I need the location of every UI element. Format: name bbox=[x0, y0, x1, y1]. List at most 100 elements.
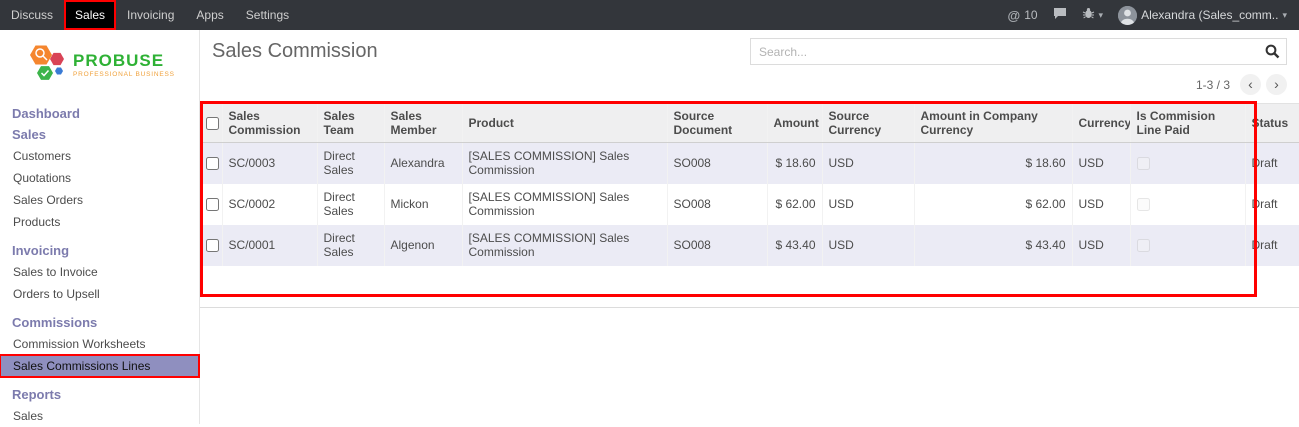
sidebar-nav: Dashboard Sales Customers Quotations Sal… bbox=[0, 103, 199, 427]
topbar: Discuss Sales Invoicing Apps Settings @ … bbox=[0, 0, 1299, 30]
mentions-button[interactable]: @ 10 bbox=[1008, 8, 1038, 23]
topbar-right: @ 10 ▾ Alexandra (Sales_comm.. ▾ bbox=[1008, 0, 1299, 30]
search-icon[interactable] bbox=[1265, 44, 1280, 64]
cell-amount-company: $ 62.00 bbox=[914, 184, 1072, 225]
topbar-menu-invoicing[interactable]: Invoicing bbox=[116, 0, 185, 30]
sidebar-item-products[interactable]: Products bbox=[0, 211, 199, 233]
sidebar-item-customers[interactable]: Customers bbox=[0, 145, 199, 167]
table-row[interactable]: SC/0001 Direct Sales Algenon [SALES COMM… bbox=[200, 225, 1299, 266]
cell-currency: USD bbox=[1072, 184, 1130, 225]
cell-sales-commission: SC/0002 bbox=[222, 184, 317, 225]
topbar-menu-sales[interactable]: Sales bbox=[64, 0, 116, 30]
messages-button[interactable] bbox=[1053, 7, 1067, 23]
cell-status: Draft bbox=[1245, 184, 1299, 225]
cell-amount-company: $ 18.60 bbox=[914, 143, 1072, 184]
topbar-menu-settings[interactable]: Settings bbox=[235, 0, 300, 30]
cell-sales-member: Algenon bbox=[384, 225, 462, 266]
cell-sales-team: Direct Sales bbox=[317, 143, 384, 184]
cell-product: [SALES COMMISSION] Sales Commission bbox=[462, 225, 667, 266]
column-header-product[interactable]: Product bbox=[462, 104, 667, 143]
column-header-is-commission-line-paid[interactable]: Is Commision Line Paid bbox=[1130, 104, 1245, 143]
cell-amount: $ 43.40 bbox=[767, 225, 822, 266]
logo-hexagons-icon bbox=[26, 42, 66, 87]
column-header-currency[interactable]: Currency bbox=[1072, 104, 1130, 143]
is-commission-paid-checkbox bbox=[1137, 239, 1150, 252]
control-panel: Sales Commission bbox=[200, 30, 1299, 68]
topbar-menu-apps[interactable]: Apps bbox=[185, 0, 234, 30]
sidebar-item-commission-worksheets[interactable]: Commission Worksheets bbox=[0, 333, 199, 355]
cell-source-currency: USD bbox=[822, 143, 914, 184]
table-header-row: Sales Commission Sales Team Sales Member… bbox=[200, 104, 1299, 143]
sidebar-item-sales-to-invoice[interactable]: Sales to Invoice bbox=[0, 261, 199, 283]
sidebar-heading-invoicing[interactable]: Invoicing bbox=[0, 240, 199, 261]
table-footer-space bbox=[200, 266, 1299, 308]
cell-currency: USD bbox=[1072, 225, 1130, 266]
at-mention-icon: @ bbox=[1008, 8, 1021, 23]
column-header-amount[interactable]: Amount bbox=[767, 104, 822, 143]
cell-currency: USD bbox=[1072, 143, 1130, 184]
cell-sales-member: Alexandra bbox=[384, 143, 462, 184]
is-commission-paid-checkbox bbox=[1137, 198, 1150, 211]
column-header-status[interactable]: Status bbox=[1245, 104, 1299, 143]
cell-sales-commission: SC/0001 bbox=[222, 225, 317, 266]
cell-status: Draft bbox=[1245, 225, 1299, 266]
sidebar: PROBUSE PROFESSIONAL BUSINESS Dashboard … bbox=[0, 30, 200, 424]
user-menu[interactable]: Alexandra (Sales_comm.. ▾ bbox=[1118, 6, 1287, 25]
cell-status: Draft bbox=[1245, 143, 1299, 184]
app-logo[interactable]: PROBUSE PROFESSIONAL BUSINESS bbox=[0, 30, 199, 97]
pager-previous-button[interactable]: ‹ bbox=[1240, 74, 1261, 95]
column-header-source-document[interactable]: Source Document bbox=[667, 104, 767, 143]
row-select-checkbox[interactable] bbox=[206, 239, 219, 252]
table-row[interactable]: SC/0002 Direct Sales Mickon [SALES COMMI… bbox=[200, 184, 1299, 225]
pager: 1-3 / 3 ‹ › bbox=[200, 68, 1299, 103]
row-select-checkbox[interactable] bbox=[206, 198, 219, 211]
cell-sales-member: Mickon bbox=[384, 184, 462, 225]
column-header-source-currency[interactable]: Source Currency bbox=[822, 104, 914, 143]
cell-source-currency: USD bbox=[822, 184, 914, 225]
sidebar-item-sales-orders[interactable]: Sales Orders bbox=[0, 189, 199, 211]
debug-menu-button[interactable]: ▾ bbox=[1082, 7, 1104, 23]
cell-amount-company: $ 43.40 bbox=[914, 225, 1072, 266]
cell-source-document: SO008 bbox=[667, 225, 767, 266]
pager-range[interactable]: 1-3 / 3 bbox=[1196, 78, 1230, 92]
user-name: Alexandra (Sales_comm.. bbox=[1141, 8, 1278, 22]
caret-down-icon: ▾ bbox=[1099, 10, 1104, 21]
topbar-menus: Discuss Sales Invoicing Apps Settings bbox=[0, 0, 300, 30]
sidebar-item-quotations[interactable]: Quotations bbox=[0, 167, 199, 189]
topbar-menu-discuss[interactable]: Discuss bbox=[0, 0, 64, 30]
sidebar-heading-commissions[interactable]: Commissions bbox=[0, 312, 199, 333]
cell-source-document: SO008 bbox=[667, 143, 767, 184]
pager-next-button[interactable]: › bbox=[1266, 74, 1287, 95]
cell-source-document: SO008 bbox=[667, 184, 767, 225]
cell-product: [SALES COMMISSION] Sales Commission bbox=[462, 184, 667, 225]
cell-sales-commission: SC/0003 bbox=[222, 143, 317, 184]
row-select-checkbox[interactable] bbox=[206, 157, 219, 170]
main-content: Sales Commission 1-3 / 3 ‹ › Sa bbox=[200, 30, 1299, 424]
select-all-checkbox[interactable] bbox=[206, 117, 219, 130]
user-avatar bbox=[1118, 6, 1137, 25]
cell-amount: $ 62.00 bbox=[767, 184, 822, 225]
sidebar-heading-sales[interactable]: Sales bbox=[0, 124, 199, 145]
logo-brand-text: PROBUSE bbox=[73, 52, 175, 69]
cell-amount: $ 18.60 bbox=[767, 143, 822, 184]
bug-icon bbox=[1082, 7, 1095, 23]
cell-product: [SALES COMMISSION] Sales Commission bbox=[462, 143, 667, 184]
mention-count: 10 bbox=[1024, 8, 1037, 22]
cell-sales-team: Direct Sales bbox=[317, 225, 384, 266]
sales-commission-table: Sales Commission Sales Team Sales Member… bbox=[200, 103, 1299, 266]
column-header-sales-team[interactable]: Sales Team bbox=[317, 104, 384, 143]
column-header-amount-company-currency[interactable]: Amount in Company Currency bbox=[914, 104, 1072, 143]
sidebar-heading-dashboard[interactable]: Dashboard bbox=[0, 103, 199, 124]
search-input[interactable] bbox=[750, 38, 1287, 65]
is-commission-paid-checkbox bbox=[1137, 157, 1150, 170]
sidebar-heading-reports[interactable]: Reports bbox=[0, 384, 199, 405]
column-header-sales-commission[interactable]: Sales Commission bbox=[222, 104, 317, 143]
column-header-sales-member[interactable]: Sales Member bbox=[384, 104, 462, 143]
page-title: Sales Commission bbox=[212, 40, 378, 63]
sidebar-item-orders-to-upsell[interactable]: Orders to Upsell bbox=[0, 283, 199, 305]
logo-tagline: PROFESSIONAL BUSINESS bbox=[73, 71, 175, 78]
cell-sales-team: Direct Sales bbox=[317, 184, 384, 225]
sidebar-item-sales-commissions-lines[interactable]: Sales Commissions Lines bbox=[0, 355, 199, 377]
select-all-cell bbox=[200, 104, 222, 143]
table-row[interactable]: SC/0003 Direct Sales Alexandra [SALES CO… bbox=[200, 143, 1299, 184]
